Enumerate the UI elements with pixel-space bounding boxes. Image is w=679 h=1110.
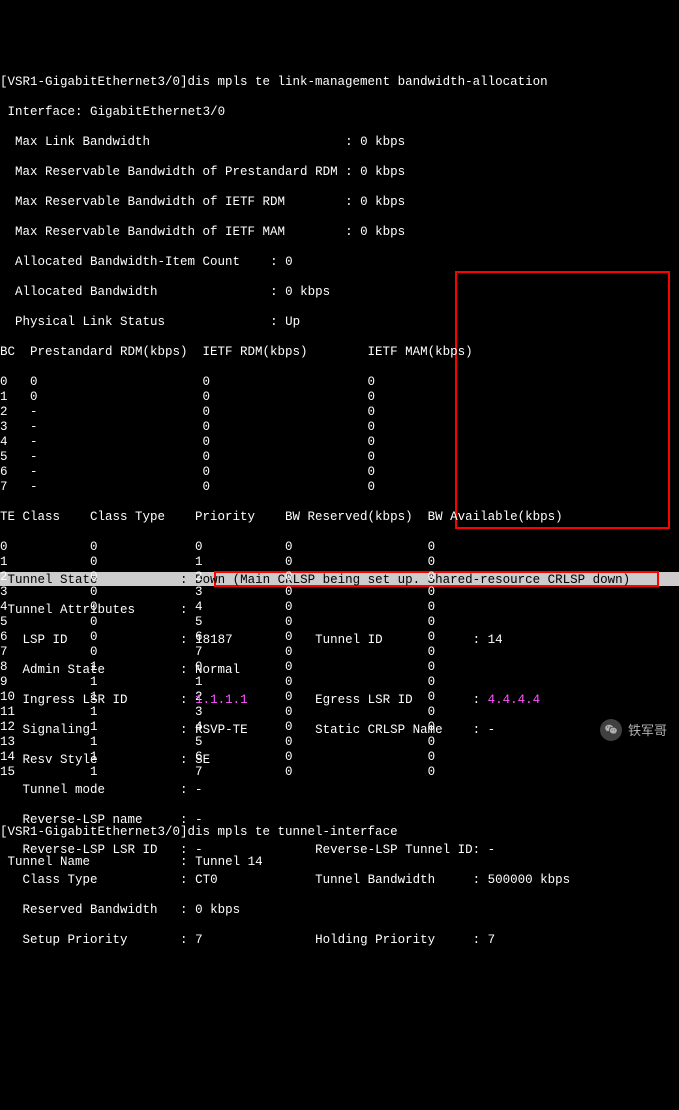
te-header: TE Class Class Type Priority BW Reserved… (0, 510, 679, 525)
tunnel-mode: Tunnel mode : - (0, 783, 570, 798)
bc-row: 5 - 0 0 (0, 450, 679, 465)
max-link-bw: Max Link Bandwidth : 0 kbps (0, 135, 679, 150)
te-row: 2 0 2 0 0 (0, 570, 679, 585)
alloc-bw: Allocated Bandwidth : 0 kbps (0, 285, 679, 300)
bc-header: BC Prestandard RDM(kbps) IETF RDM(kbps) … (0, 345, 679, 360)
reverse-lsp-lsr: Reverse-LSP LSR ID : - Reverse-LSP Tunne… (0, 843, 570, 858)
interface-line: Interface: GigabitEthernet3/0 (0, 105, 679, 120)
watermark: 铁军哥 (600, 719, 667, 741)
prompt-line: [VSR1-GigabitEthernet3/0]dis mpls te lin… (0, 75, 679, 90)
reserved-bw: Reserved Bandwidth : 0 kbps (0, 903, 570, 918)
max-resv-prestd: Max Reservable Bandwidth of Prestandard … (0, 165, 679, 180)
phys-link-status: Physical Link Status : Up (0, 315, 679, 330)
bc-row: 4 - 0 0 (0, 435, 679, 450)
te-row: 1 0 1 0 0 (0, 555, 679, 570)
watermark-text: 铁军哥 (628, 723, 667, 738)
tunnel-attributes: Tunnel Attributes : (0, 603, 570, 618)
reverse-lsp-name: Reverse-LSP name : - (0, 813, 570, 828)
tunnel-attributes-section: Tunnel Attributes : LSP ID : 18187 Tunne… (0, 588, 570, 963)
signaling: Signaling : RSVP-TE Static CRLSP Name : … (0, 723, 570, 738)
bc-row: 1 0 0 0 (0, 390, 679, 405)
alloc-bw-item-count: Allocated Bandwidth-Item Count : 0 (0, 255, 679, 270)
max-resv-ietf-mam: Max Reservable Bandwidth of IETF MAM : 0… (0, 225, 679, 240)
bc-row: 7 - 0 0 (0, 480, 679, 495)
admin-state: Admin State : Normal (0, 663, 570, 678)
bc-row: 2 - 0 0 (0, 405, 679, 420)
max-resv-ietf-rdm: Max Reservable Bandwidth of IETF RDM : 0… (0, 195, 679, 210)
bc-row: 6 - 0 0 (0, 465, 679, 480)
resv-style: Resv Style : SE (0, 753, 570, 768)
bc-row: 3 - 0 0 (0, 420, 679, 435)
setup-priority: Setup Priority : 7 Holding Priority : 7 (0, 933, 570, 948)
class-type: Class Type : CT0 Tunnel Bandwidth : 5000… (0, 873, 570, 888)
lsp-id-line: LSP ID : 18187 Tunnel ID : 14 (0, 633, 570, 648)
ingress-lsr: Ingress LSR ID : 1.1.1.1 Egress LSR ID :… (0, 693, 570, 708)
bc-row: 0 0 0 0 (0, 375, 679, 390)
wechat-icon (600, 719, 622, 741)
te-row: 0 0 0 0 0 (0, 540, 679, 555)
